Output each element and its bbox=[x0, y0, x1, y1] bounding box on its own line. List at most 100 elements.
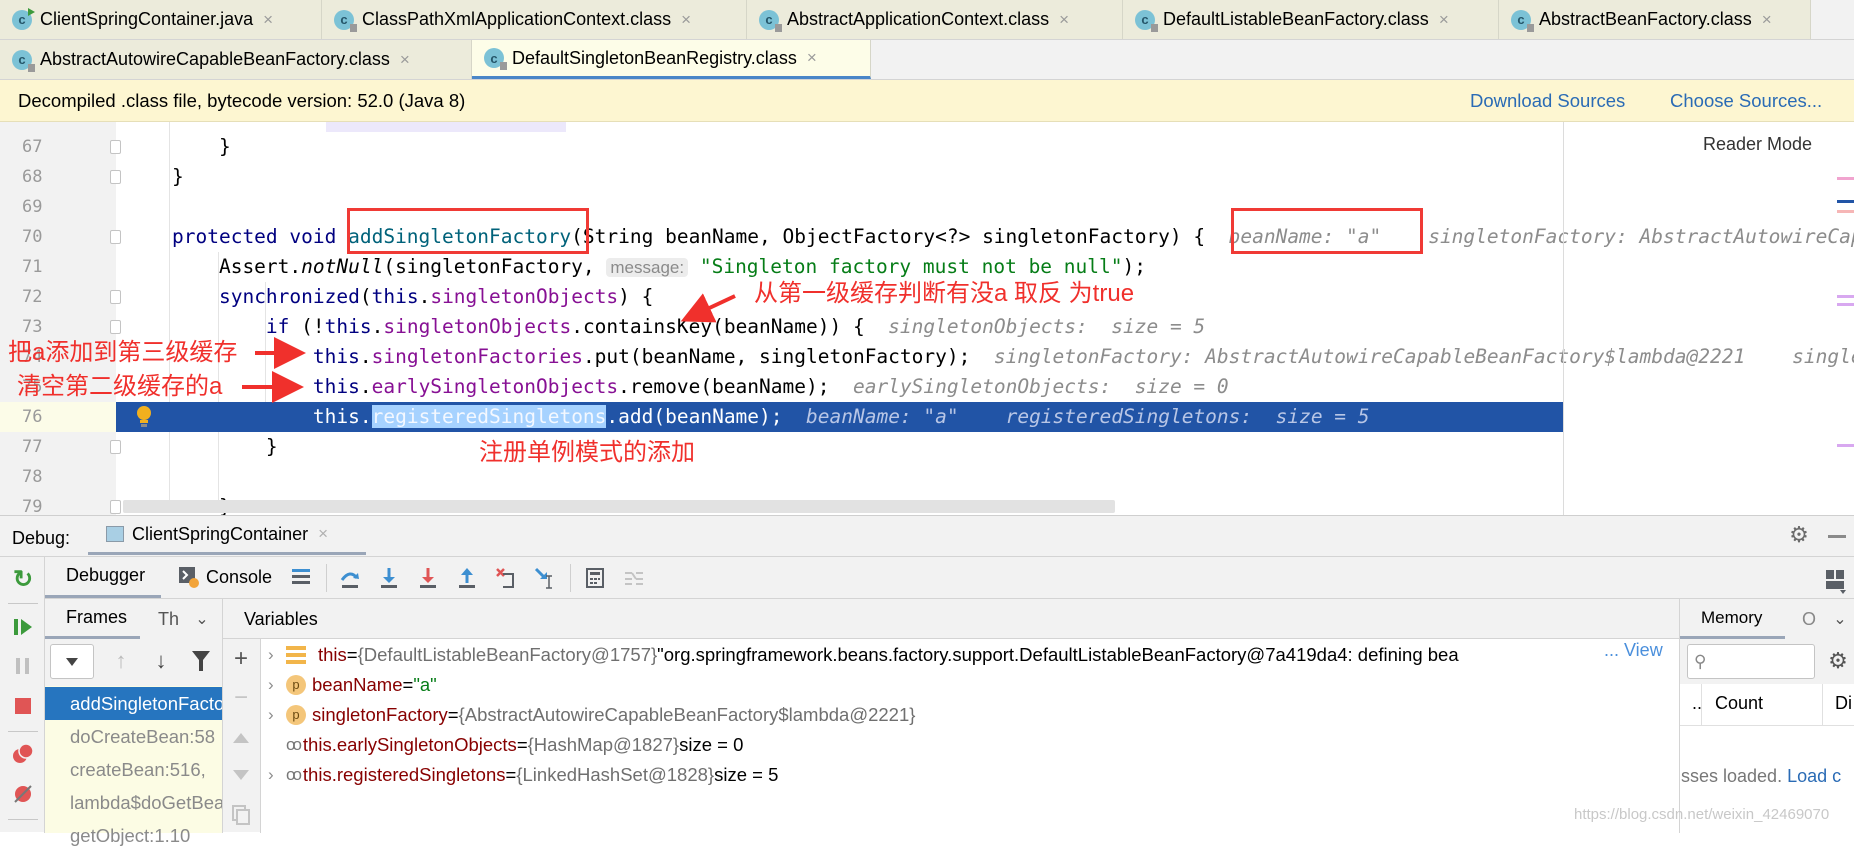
move-up-icon[interactable] bbox=[231, 727, 251, 749]
expand-chevron-icon[interactable]: › bbox=[268, 640, 286, 670]
previous-frame-icon[interactable]: ↑ bbox=[111, 648, 131, 674]
mute-breakpoints-icon[interactable] bbox=[10, 783, 36, 805]
fold-marker-icon[interactable] bbox=[110, 230, 121, 244]
pause-icon[interactable] bbox=[10, 655, 36, 677]
close-tab-icon[interactable]: × bbox=[1059, 10, 1069, 30]
view-full-value-link[interactable]: ... View bbox=[1600, 640, 1663, 661]
thread-selector-dropdown[interactable] bbox=[50, 644, 94, 679]
stack-frame[interactable]: addSingletonFactory:100, DefaultSingleto… bbox=[45, 687, 222, 720]
frames-tab[interactable]: Frames bbox=[45, 599, 140, 639]
minimize-icon[interactable] bbox=[1828, 535, 1846, 538]
overhead-tab[interactable]: O bbox=[1802, 609, 1816, 630]
variable-row[interactable]: › p singletonFactory = {AbstractAutowireCa… bbox=[268, 700, 915, 730]
filter-icon[interactable] bbox=[190, 650, 212, 672]
close-tab-icon[interactable]: × bbox=[1439, 10, 1449, 30]
load-classes-link[interactable]: Load c bbox=[1787, 766, 1841, 786]
settings-gear-icon[interactable]: ⚙ bbox=[1788, 522, 1810, 547]
line-number[interactable]: 78 bbox=[22, 462, 62, 492]
horizontal-scrollbar[interactable] bbox=[123, 500, 1115, 513]
close-tab-icon[interactable]: × bbox=[400, 50, 410, 70]
code-line[interactable]: Assert.notNull(singletonFactory, message… bbox=[116, 252, 1563, 282]
close-tab-icon[interactable]: × bbox=[263, 10, 273, 30]
expand-chevron-icon[interactable]: › bbox=[268, 760, 286, 790]
editor-tab[interactable]: c DefaultSingletonBeanRegistry.class × bbox=[472, 40, 871, 79]
fold-marker-icon[interactable] bbox=[110, 140, 121, 154]
line-number[interactable]: 67 bbox=[22, 132, 62, 162]
threads-tab[interactable]: Th bbox=[158, 609, 179, 630]
chevron-down-icon[interactable]: ⌄ bbox=[1830, 609, 1850, 629]
editor-tab[interactable]: c AbstractApplicationContext.class × bbox=[747, 0, 1123, 39]
view-breakpoints-icon[interactable] bbox=[10, 743, 36, 765]
step-over-icon[interactable] bbox=[338, 566, 362, 590]
variable-row[interactable]: › this = {DefaultListableBeanFactory@1757… bbox=[268, 640, 1459, 670]
variable-row[interactable]: › oo this.registeredSingletons = {LinkedH… bbox=[268, 760, 778, 790]
fold-marker-icon[interactable] bbox=[110, 500, 121, 514]
next-frame-icon[interactable]: ↓ bbox=[151, 648, 171, 674]
editor-tab[interactable]: c ClassPathXmlApplicationContext.class × bbox=[322, 0, 747, 39]
expand-chevron-icon[interactable]: › bbox=[268, 700, 286, 730]
code-editor[interactable]: 67 68 69 70 71 72 73 74 75 76 77 78 79 }} protected v… bbox=[0, 122, 1854, 515]
editor-tab[interactable]: c DefaultListableBeanFactory.class × bbox=[1123, 0, 1499, 39]
reader-mode-button[interactable]: Reader Mode bbox=[1703, 134, 1812, 155]
force-step-into-icon[interactable] bbox=[416, 566, 440, 590]
move-down-icon[interactable] bbox=[231, 764, 251, 786]
run-to-cursor-icon[interactable] bbox=[533, 566, 557, 590]
rerun-icon[interactable]: ↻ bbox=[10, 566, 36, 593]
line-number[interactable]: 76 bbox=[22, 402, 62, 432]
restore-layout-icon[interactable] bbox=[1822, 566, 1848, 596]
stack-frame[interactable]: createBean:516, bbox=[45, 753, 222, 786]
console-tab[interactable]: Console bbox=[178, 556, 272, 598]
column-count[interactable]: Count bbox=[1715, 693, 1763, 714]
line-number[interactable]: 72 bbox=[22, 282, 62, 312]
duplicate-watch-icon[interactable] bbox=[231, 804, 251, 826]
line-number[interactable]: 79 bbox=[22, 492, 62, 515]
code-line[interactable]: } bbox=[116, 162, 1563, 192]
variable-row[interactable]: › p beanName = "a" bbox=[268, 670, 437, 700]
close-tab-icon[interactable]: × bbox=[807, 48, 817, 68]
step-out-icon[interactable] bbox=[455, 566, 479, 590]
step-into-icon[interactable] bbox=[377, 566, 401, 590]
memory-settings-gear-icon[interactable]: ⚙ bbox=[1826, 648, 1850, 674]
close-tab-icon[interactable]: × bbox=[681, 10, 691, 30]
close-tab-icon[interactable]: × bbox=[1762, 10, 1772, 30]
fold-marker-icon[interactable] bbox=[110, 440, 121, 454]
fold-marker-icon[interactable] bbox=[110, 320, 121, 334]
column-diff[interactable]: Di bbox=[1835, 693, 1852, 714]
layout-menu-icon[interactable] bbox=[290, 566, 312, 588]
stack-frame[interactable]: doCreateBean:58 bbox=[45, 720, 222, 753]
evaluate-expression-icon[interactable] bbox=[583, 566, 607, 590]
line-number[interactable]: 73 bbox=[22, 312, 62, 342]
new-watch-icon[interactable]: + bbox=[231, 645, 251, 672]
close-session-icon[interactable]: × bbox=[318, 524, 328, 544]
chevron-down-icon[interactable]: ⌄ bbox=[192, 609, 212, 629]
line-number[interactable]: 68 bbox=[22, 162, 62, 192]
expand-chevron-icon[interactable]: › bbox=[268, 670, 286, 700]
line-number[interactable]: 77 bbox=[22, 432, 62, 462]
stop-icon[interactable] bbox=[10, 695, 36, 717]
resume-icon[interactable] bbox=[10, 616, 36, 638]
code-line[interactable]: } bbox=[116, 132, 1563, 162]
code-line[interactable]: this.singletonFactories.put(beanName, si… bbox=[116, 342, 1854, 372]
choose-sources-link[interactable]: Choose Sources... bbox=[1670, 90, 1822, 112]
fold-marker-icon[interactable] bbox=[110, 170, 121, 184]
variable-row[interactable]: oo this.earlySingletonObjects = {HashMap… bbox=[268, 730, 743, 760]
code-line[interactable]: } bbox=[116, 432, 1563, 462]
memory-search-input[interactable]: ⚲ bbox=[1687, 644, 1815, 679]
memory-tab[interactable]: Memory bbox=[1680, 599, 1785, 639]
code-line[interactable] bbox=[116, 462, 1563, 492]
fold-marker-icon[interactable] bbox=[110, 290, 121, 304]
debugger-tab[interactable]: Debugger bbox=[45, 556, 161, 598]
editor-tab[interactable]: c ClientSpringContainer.java × bbox=[0, 0, 322, 39]
editor-tab[interactable]: c AbstractBeanFactory.class × bbox=[1499, 0, 1811, 39]
debug-session-tab[interactable]: ClientSpringContainer × bbox=[88, 516, 366, 555]
editor-tab[interactable]: c AbstractAutowireCapableBeanFactory.clas… bbox=[0, 40, 472, 79]
line-number[interactable]: 71 bbox=[22, 252, 62, 282]
stack-frame[interactable]: lambda$doGetBean bbox=[45, 786, 222, 819]
line-number[interactable]: 70 bbox=[22, 222, 62, 252]
code-line[interactable]: if (!this.singletonObjects.containsKey(b… bbox=[116, 312, 1563, 342]
code-line[interactable]: this.earlySingletonObjects.remove(beanNa… bbox=[116, 372, 1563, 402]
download-sources-link[interactable]: Download Sources bbox=[1470, 90, 1625, 112]
drop-frame-icon[interactable] bbox=[494, 566, 518, 590]
stack-frame[interactable]: getObject:1.10 bbox=[45, 819, 222, 852]
remove-watch-icon[interactable]: − bbox=[231, 684, 251, 711]
